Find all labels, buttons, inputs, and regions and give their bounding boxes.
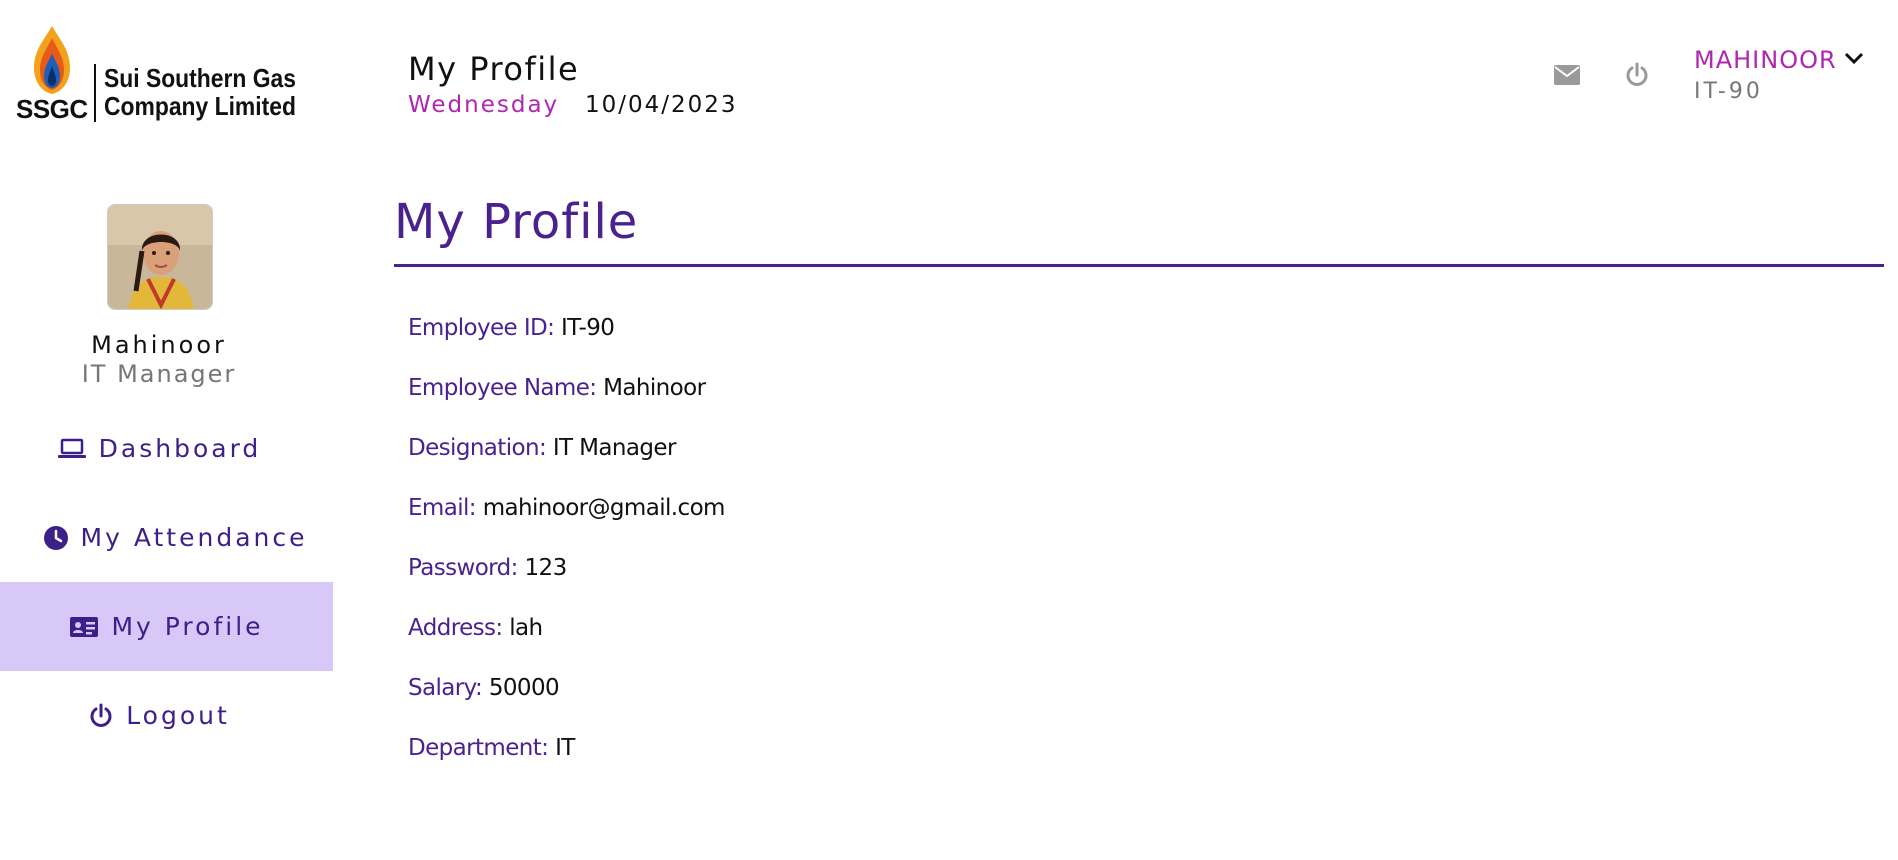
id-card-icon	[69, 616, 99, 638]
field-label: Address:	[408, 615, 503, 641]
field-designation: Designation: IT Manager	[408, 435, 676, 461]
title-divider	[394, 264, 1884, 267]
header-page-title: My Profile	[408, 50, 580, 88]
field-address: Address: lah	[408, 615, 543, 641]
laptop-icon	[57, 438, 87, 460]
field-label: Salary:	[408, 675, 483, 701]
power-button[interactable]	[1622, 60, 1652, 90]
field-value: mahinoor@gmail.com	[482, 495, 726, 521]
page-title: My Profile	[394, 194, 639, 250]
field-label: Employee ID:	[408, 315, 555, 341]
logo-company-line1: Sui Southern Gas	[104, 63, 296, 93]
user-menu-toggle[interactable]	[1844, 50, 1864, 69]
sidebar-item-dashboard[interactable]: Dashboard	[0, 404, 318, 493]
field-value: Mahinoor	[603, 375, 706, 401]
sidebar-item-logout[interactable]: Logout	[0, 671, 318, 760]
envelope-icon	[1554, 65, 1580, 85]
field-label: Department:	[408, 735, 549, 761]
header-date: 10/04/2023	[585, 92, 738, 118]
field-value: IT-90	[560, 315, 615, 341]
field-department: Department: IT	[408, 735, 575, 761]
chevron-down-icon	[1844, 52, 1864, 65]
power-icon	[88, 703, 114, 729]
sidebar-user-name: Mahinoor	[91, 331, 227, 359]
sidebar-item-my-profile[interactable]: My Profile	[0, 582, 333, 671]
user-menu-name[interactable]: MAHINOOR	[1694, 46, 1837, 74]
mail-button[interactable]	[1552, 60, 1582, 90]
field-value: 123	[524, 555, 568, 581]
header-day: Wednesday	[408, 92, 560, 118]
sidebar-item-label: Logout	[126, 701, 230, 730]
field-value: lah	[509, 615, 543, 641]
sidebar-item-my-attendance[interactable]: My Attendance	[0, 493, 350, 582]
power-icon	[1626, 62, 1648, 86]
field-label: Email:	[408, 495, 477, 521]
sidebar-item-label: Dashboard	[98, 434, 262, 463]
field-email: Email: mahinoor@gmail.com	[408, 495, 725, 521]
clock-icon	[43, 525, 69, 551]
field-value: IT	[555, 735, 575, 761]
field-password: Password: 123	[408, 555, 567, 581]
ssgc-logo[interactable]: SSGC Sui Southern Gas Company Limited	[16, 24, 316, 124]
avatar-photo	[108, 205, 212, 309]
field-value: 50000	[488, 675, 560, 701]
field-label: Employee Name:	[408, 375, 597, 401]
field-label: Password:	[408, 555, 518, 581]
logo-ssgc-text: SSGC	[16, 94, 88, 124]
field-label: Designation:	[408, 435, 547, 461]
logo-divider	[94, 64, 96, 122]
field-employee-name: Employee Name: Mahinoor	[408, 375, 706, 401]
flame-logo-icon	[34, 26, 70, 94]
field-salary: Salary: 50000	[408, 675, 560, 701]
avatar	[107, 204, 213, 310]
field-value: IT Manager	[552, 435, 677, 461]
sidebar-item-label: My Profile	[111, 612, 264, 641]
sidebar-item-label: My Attendance	[80, 523, 308, 552]
top-header: SSGC Sui Southern Gas Company Limited My…	[0, 0, 1898, 160]
logo-company-line2: Company Limited	[104, 91, 296, 121]
field-employee-id: Employee ID: IT-90	[408, 315, 615, 341]
logo-company-name: Sui Southern Gas Company Limited	[104, 64, 296, 120]
sidebar: Mahinoor IT Manager Dashboard My Attenda…	[0, 160, 333, 860]
sidebar-user-role: IT Manager	[81, 360, 237, 388]
user-menu-id: IT-90	[1694, 79, 1763, 104]
